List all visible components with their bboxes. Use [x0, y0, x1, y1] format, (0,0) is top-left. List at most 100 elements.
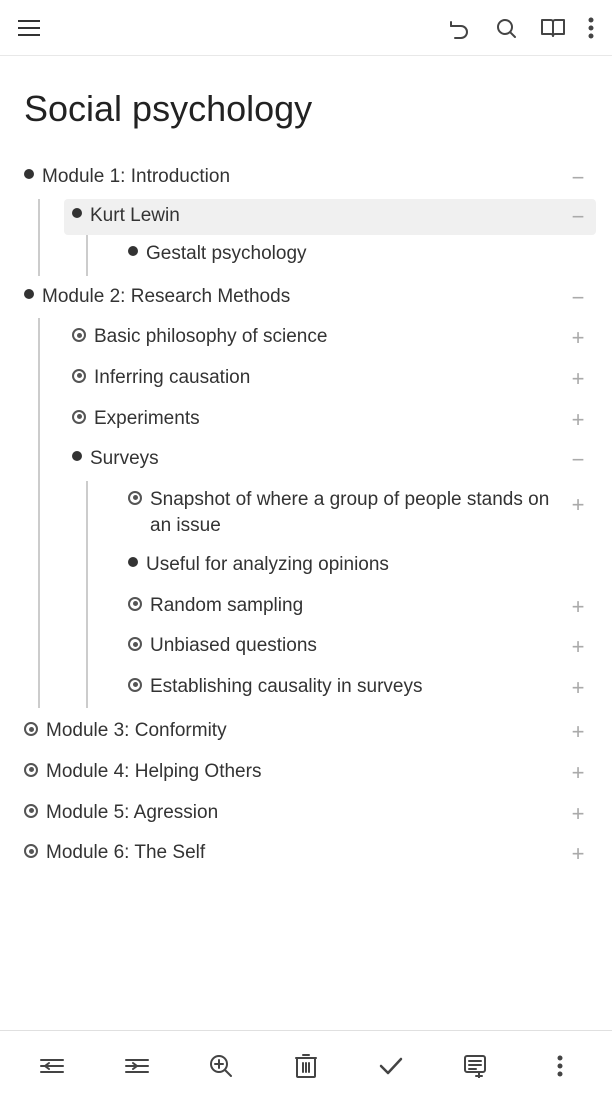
outline-item-experiments: Experiments +	[72, 400, 588, 441]
expand-button[interactable]: +	[568, 593, 588, 622]
expand-button[interactable]: +	[568, 718, 588, 747]
list-item: Module 4: Helping Others +	[24, 753, 588, 794]
list-item: Unbiased questions +	[86, 627, 588, 668]
item-text[interactable]: Module 3: Conformity	[46, 718, 227, 745]
bullet-filled-icon	[72, 208, 82, 218]
outline-list: Module 1: Introduction − Kurt Lewin −	[24, 158, 588, 875]
outline-item-mod4: Module 4: Helping Others +	[24, 753, 588, 794]
outline-item-mod3: Module 3: Conformity +	[24, 712, 588, 753]
item-text[interactable]: Module 6: The Self	[46, 840, 205, 867]
collapse-button[interactable]: −	[568, 203, 588, 232]
item-text[interactable]: Useful for analyzing opinions	[146, 552, 389, 579]
bullet-filled-icon	[128, 246, 138, 256]
mod2-children: Basic philosophy of science + Inferring …	[24, 318, 588, 708]
expand-button[interactable]: +	[568, 241, 588, 270]
check-button[interactable]	[369, 1044, 413, 1088]
item-text[interactable]: Unbiased questions	[150, 633, 317, 660]
outline-item-kurt: Kurt Lewin −	[64, 199, 596, 236]
expand-button[interactable]: +	[568, 491, 588, 520]
bullet-circle-icon	[128, 491, 142, 505]
expand-button[interactable]: +	[568, 406, 588, 435]
action-placeholder: +	[568, 552, 588, 581]
list-item: Kurt Lewin − Gestalt psychology	[38, 199, 588, 276]
list-item: Module 3: Conformity +	[24, 712, 588, 753]
zoom-in-button[interactable]	[199, 1044, 243, 1088]
expand-button[interactable]: +	[568, 633, 588, 662]
list-item: Gestalt psychology +	[86, 235, 588, 276]
collapse-button[interactable]: −	[568, 284, 588, 313]
outline-item-snapshot: Snapshot of where a group of people stan…	[128, 481, 588, 546]
item-text[interactable]: Gestalt psychology	[146, 241, 307, 268]
item-text[interactable]: Module 4: Helping Others	[46, 759, 261, 786]
bullet-circle-icon	[24, 804, 38, 818]
item-text[interactable]: Kurt Lewin	[90, 203, 180, 230]
bullet-circle-icon	[24, 722, 38, 736]
collapse-button[interactable]: −	[568, 446, 588, 475]
bullet-filled-icon	[128, 557, 138, 567]
outdent-button[interactable]	[30, 1044, 74, 1088]
list-item: Module 5: Agression +	[24, 794, 588, 835]
bottom-toolbar	[0, 1030, 612, 1100]
bullet-circle-icon	[24, 844, 38, 858]
outline-item-unbiased: Unbiased questions +	[128, 627, 588, 668]
bullet-circle-icon	[72, 328, 86, 342]
bullet-circle-icon	[128, 597, 142, 611]
undo-button[interactable]	[448, 16, 472, 40]
bullet-circle-icon	[128, 637, 142, 651]
indent-button[interactable]	[115, 1044, 159, 1088]
main-content: Social psychology Module 1: Introduction…	[0, 56, 612, 975]
bullet-filled-icon	[24, 289, 34, 299]
list-item: Basic philosophy of science +	[38, 318, 588, 359]
search-button[interactable]	[494, 16, 518, 40]
bullet-circle-icon	[72, 369, 86, 383]
expand-button[interactable]: +	[568, 324, 588, 353]
surveys-children: Snapshot of where a group of people stan…	[72, 481, 588, 709]
outline-item-surveys: Surveys −	[72, 440, 588, 481]
item-text[interactable]: Module 2: Research Methods	[42, 284, 290, 311]
bullet-circle-icon	[72, 410, 86, 424]
item-text[interactable]: Basic philosophy of science	[94, 324, 327, 351]
item-text[interactable]: Experiments	[94, 406, 200, 433]
list-item: Module 2: Research Methods − Basic philo…	[24, 278, 588, 709]
note-button[interactable]	[453, 1044, 497, 1088]
top-toolbar	[0, 0, 612, 56]
list-item: Experiments +	[38, 400, 588, 441]
more-button[interactable]	[588, 17, 594, 39]
mod1-children: Kurt Lewin − Gestalt psychology	[24, 199, 588, 276]
toolbar-left	[18, 20, 40, 36]
outline-item-basic-phil: Basic philosophy of science +	[72, 318, 588, 359]
list-item: Useful for analyzing opinions +	[86, 546, 588, 587]
outline-item-inferring: Inferring causation +	[72, 359, 588, 400]
toolbar-right	[448, 16, 594, 40]
item-text[interactable]: Establishing causality in surveys	[150, 674, 422, 701]
item-text[interactable]: Module 5: Agression	[46, 800, 218, 827]
outline-item-mod2: Module 2: Research Methods −	[24, 278, 588, 319]
list-item: Module 6: The Self +	[24, 834, 588, 875]
bullet-filled-icon	[72, 451, 82, 461]
kurt-children: Gestalt psychology +	[72, 235, 588, 276]
expand-button[interactable]: +	[568, 365, 588, 394]
item-text[interactable]: Module 1: Introduction	[42, 164, 230, 191]
outline-item-mod5: Module 5: Agression +	[24, 794, 588, 835]
item-text[interactable]: Surveys	[90, 446, 159, 473]
page-title: Social psychology	[24, 88, 588, 130]
outline-item-mod6: Module 6: The Self +	[24, 834, 588, 875]
list-item: Random sampling +	[86, 587, 588, 628]
expand-button[interactable]: +	[568, 674, 588, 703]
outline-item-mod1: Module 1: Introduction −	[24, 158, 588, 199]
expand-button[interactable]: +	[568, 759, 588, 788]
list-item: Surveys − Snapshot of where a group of p…	[38, 440, 588, 708]
book-button[interactable]	[540, 16, 566, 40]
list-item: Inferring causation +	[38, 359, 588, 400]
collapse-button[interactable]: −	[568, 164, 588, 193]
expand-button[interactable]: +	[568, 800, 588, 829]
bottom-more-button[interactable]	[538, 1044, 582, 1088]
expand-button[interactable]: +	[568, 840, 588, 869]
outline-item-useful: Useful for analyzing opinions +	[128, 546, 588, 587]
menu-button[interactable]	[18, 20, 40, 36]
outline-item-establishing: Establishing causality in surveys +	[128, 668, 588, 709]
delete-button[interactable]	[284, 1044, 328, 1088]
item-text[interactable]: Random sampling	[150, 593, 303, 620]
item-text[interactable]: Inferring causation	[94, 365, 250, 392]
item-text[interactable]: Snapshot of where a group of people stan…	[150, 487, 560, 540]
